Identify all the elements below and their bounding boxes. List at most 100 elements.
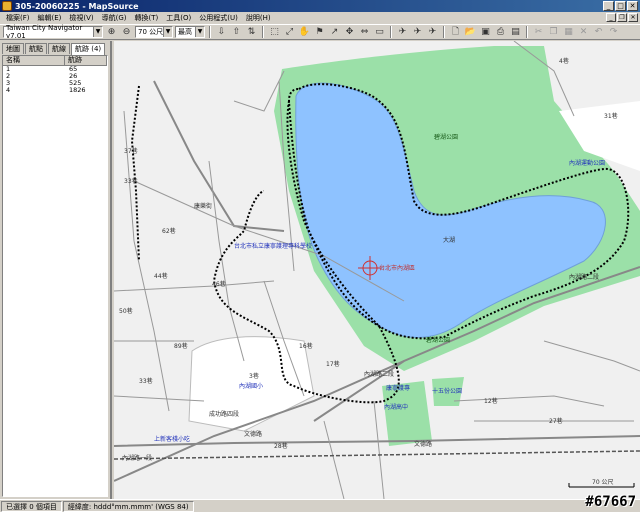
poi-label[interactable]: 康寧護專 (386, 383, 410, 392)
menu-edit[interactable]: 編輯(E) (34, 13, 66, 23)
poi-label[interactable]: 上新客棧小吃 (154, 434, 190, 443)
lane-label: 3巷 (249, 373, 259, 380)
menu-navigate[interactable]: 導航(G) (98, 13, 131, 23)
park-label: 碧湖公園 (426, 337, 451, 344)
distance-tool-icon[interactable]: ⇔ (358, 26, 371, 39)
redo-icon[interactable]: ↷ (607, 26, 620, 39)
menu-view[interactable]: 檢視(V) (65, 13, 97, 23)
road-label: 內湖路二段 (569, 274, 600, 281)
maximize-button[interactable]: □ (615, 1, 626, 11)
paste-icon[interactable]: ▦ (562, 26, 575, 39)
street (453, 395, 605, 407)
zoom-tool-icon[interactable]: ⤢ (283, 26, 296, 39)
lane-label: 37巷 (124, 148, 138, 155)
poi-label[interactable]: 內湖高中 (384, 402, 408, 411)
poi-label[interactable]: 內湖國小 (239, 381, 263, 390)
menu-tools[interactable]: 工具(O) (162, 13, 195, 23)
list-item[interactable]: 4 1826 (3, 87, 107, 94)
tab-tracks[interactable]: 航跡 (4) (71, 43, 106, 55)
menu-utilities[interactable]: 公用程式(U) (195, 13, 242, 23)
column-header-distance[interactable]: 航跡 (65, 56, 107, 65)
street (208, 160, 245, 362)
track-tool-icon[interactable]: ✥ (343, 26, 356, 39)
railway (114, 450, 640, 460)
menu-file[interactable]: 檔案(F) (2, 13, 34, 23)
menu-transfer[interactable]: 轉換(T) (131, 13, 163, 23)
detail-select[interactable]: 最高 ▼ (175, 26, 205, 38)
copy-icon[interactable]: ❐ (547, 26, 560, 39)
list-item[interactable]: 3 525 (3, 80, 107, 87)
hand-tool-icon[interactable]: ✋ (298, 26, 311, 39)
list-header: 名稱 航跡 (3, 56, 107, 66)
lane-label: 33巷 (139, 378, 153, 385)
zoom-out-icon[interactable]: ⊖ (120, 26, 133, 39)
poi-label[interactable]: 十五份公園 (432, 386, 462, 395)
list-item[interactable]: 2 26 (3, 73, 107, 80)
find-icon[interactable]: ✈ (396, 26, 409, 39)
menu-help[interactable]: 說明(H) (242, 13, 275, 23)
lane-label: 89巷 (174, 343, 188, 350)
send-to-device-icon[interactable]: ⇧ (230, 26, 243, 39)
cut-icon[interactable]: ✂ (532, 26, 545, 39)
list-item[interactable]: 1 65 (3, 66, 107, 73)
lane-label: 4巷 (559, 58, 569, 65)
find-place-icon[interactable]: ✈ (411, 26, 424, 39)
scale-label: 70 公尺 (592, 479, 614, 486)
transfer-icon[interactable]: ⇅ (245, 26, 258, 39)
road-label: 文德路 (414, 441, 433, 448)
panel-tabs: 地圖 航點 航線 航跡 (4) (0, 41, 110, 55)
menu-bar: 檔案(F) 編輯(E) 檢視(V) 導航(G) 轉換(T) 工具(O) 公用程式… (0, 12, 640, 24)
tab-routes[interactable]: 航線 (48, 43, 70, 54)
track-name: 1 (6, 65, 11, 73)
lane-label: 12巷 (484, 398, 498, 405)
new-document-icon[interactable]: 🗋 (449, 26, 462, 39)
doc-minimize-button[interactable]: _ (606, 13, 616, 22)
toolbar-separator (526, 26, 528, 38)
ruler-icon[interactable]: ▭ (373, 26, 386, 39)
doc-close-button[interactable]: ✕ (628, 13, 638, 22)
delete-icon[interactable]: ✕ (577, 26, 590, 39)
street (323, 420, 345, 499)
tab-maps[interactable]: 地圖 (2, 43, 24, 54)
tab-waypoints[interactable]: 航點 (25, 43, 47, 54)
selection-tool-icon[interactable]: ⬚ (268, 26, 281, 39)
print-preview-icon[interactable]: ▤ (509, 26, 522, 39)
save-icon[interactable]: ▣ (479, 26, 492, 39)
track-name: 3 (6, 79, 11, 87)
street (373, 400, 385, 499)
zoom-in-icon[interactable]: ⊕ (105, 26, 118, 39)
track-list[interactable]: 名稱 航跡 1 65 2 26 3 525 4 1826 (2, 55, 108, 497)
toolbar-separator (262, 26, 264, 38)
park-label: 碧湖公園 (434, 134, 459, 141)
zoom-scale-value: 70 公尺 (138, 28, 164, 36)
lane-label: 27巷 (549, 418, 563, 425)
print-icon[interactable]: ⎙ (494, 26, 507, 39)
lane-label: 50巷 (119, 308, 133, 315)
data-panel: 地圖 航點 航線 航跡 (4) 名稱 航跡 1 65 2 26 3 525 4 … (0, 41, 112, 499)
open-folder-icon[interactable]: 📂 (464, 26, 477, 39)
minimize-button[interactable]: _ (603, 1, 614, 11)
waypoint-tool-icon[interactable]: ⚑ (313, 26, 326, 39)
zoom-scale-select[interactable]: 70 公尺 ▼ (135, 26, 173, 38)
lane-label: 16巷 (299, 343, 313, 350)
find-address-icon[interactable]: ✈ (426, 26, 439, 39)
road-label: 內湖路一段 (122, 455, 153, 462)
lane-label: 46巷 (212, 281, 226, 288)
lane-label: 33巷 (124, 178, 138, 185)
map-product-select[interactable]: Taiwan City Navigator v7.01 ▼ (3, 24, 103, 40)
column-header-name[interactable]: 名稱 (3, 56, 65, 65)
track-name: 4 (6, 86, 11, 94)
chevron-down-icon: ▼ (93, 27, 102, 37)
undo-icon[interactable]: ↶ (592, 26, 605, 39)
lane-label: 28巷 (274, 443, 288, 450)
map-product-value: Taiwan City Navigator v7.01 (6, 24, 83, 40)
poi-label[interactable]: 內湖運動公園 (569, 158, 605, 167)
map-view[interactable]: 大湖 碧湖公園 碧湖公園 台北市內湖區 內湖路二段 內湖路二段 文德路 文德路 … (114, 41, 640, 499)
route-tool-icon[interactable]: ↗ (328, 26, 341, 39)
doc-restore-button[interactable]: ❐ (617, 13, 627, 22)
map-canvas[interactable] (114, 41, 640, 499)
lake-label: 大湖 (443, 237, 456, 244)
poi-label[interactable]: 台北市私立康寧護理專科學校 (234, 241, 312, 250)
receive-from-device-icon[interactable]: ⇩ (215, 26, 228, 39)
close-button[interactable]: ✕ (627, 1, 638, 11)
